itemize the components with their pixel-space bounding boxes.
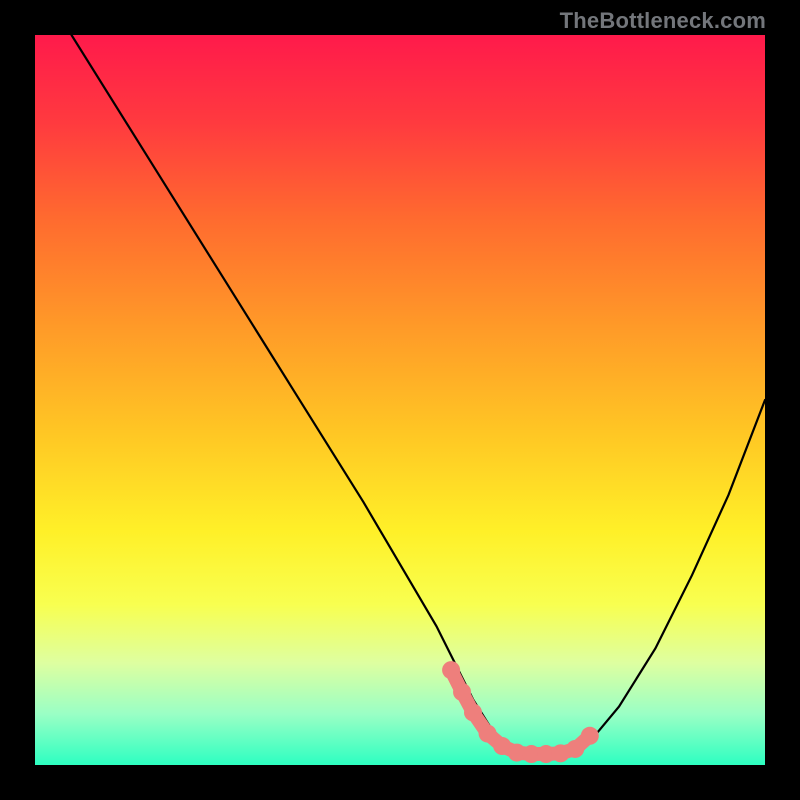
plot-area [35,35,765,765]
highlight-dot [581,727,599,745]
highlight-dot [442,661,460,679]
chart-svg [35,35,765,765]
watermark-text: TheBottleneck.com [560,8,766,34]
chart-frame: TheBottleneck.com [0,0,800,800]
bottleneck-curve [72,35,766,754]
highlight-dot [453,683,471,701]
highlight-dot [479,725,497,743]
highlight-dots [442,661,599,763]
highlight-dot [566,740,584,758]
highlight-dot [464,703,482,721]
